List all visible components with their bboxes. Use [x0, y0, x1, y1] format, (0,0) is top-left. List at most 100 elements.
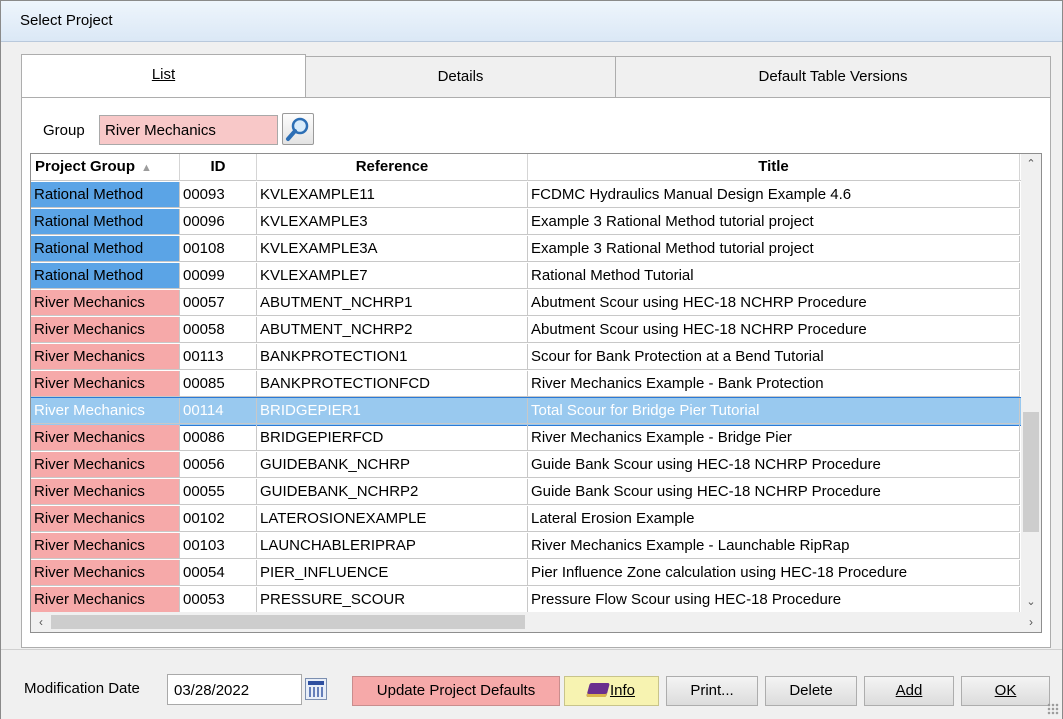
vertical-scroll-thumb[interactable]	[1023, 412, 1039, 532]
cell-reference: KVLEXAMPLE7	[257, 263, 528, 289]
tab-default-table-versions-label: Default Table Versions	[758, 68, 908, 85]
cell-id: 00053	[180, 587, 257, 613]
cell-project-group: River Mechanics	[31, 290, 180, 316]
add-button[interactable]: Add	[864, 676, 954, 706]
tab-list[interactable]: List	[21, 54, 306, 98]
cell-reference: ABUTMENT_NCHRP1	[257, 290, 528, 316]
modification-date-label: Modification Date	[24, 680, 140, 697]
scroll-left-icon[interactable]: ‹	[31, 612, 51, 632]
calendar-icon[interactable]	[305, 678, 327, 700]
modification-date-field[interactable]: 03/28/2022	[167, 674, 302, 705]
table-row[interactable]: River Mechanics 00056 GUIDEBANK_NCHRP Guide…	[31, 452, 1021, 479]
table-row[interactable]: River Mechanics 00102 LATEROSIONEXAMPLE Lat…	[31, 506, 1021, 533]
info-button[interactable]: Info	[564, 676, 659, 706]
cell-id: 00103	[180, 533, 257, 559]
table-row[interactable]: River Mechanics 00113 BANKPROTECTION1 Scour…	[31, 344, 1021, 371]
cell-title: Guide Bank Scour using HEC-18 NCHRP Proc…	[528, 479, 1020, 505]
group-field[interactable]: River Mechanics	[99, 115, 278, 145]
update-project-defaults-button[interactable]: Update Project Defaults	[352, 676, 560, 706]
cell-title: River Mechanics Example - Bank Protectio…	[528, 371, 1020, 397]
tab-details[interactable]: Details	[306, 56, 616, 98]
cell-id: 00056	[180, 452, 257, 478]
cell-reference: ABUTMENT_NCHRP2	[257, 317, 528, 343]
table-row[interactable]: Rational Method 00099 KVLEXAMPLE7 Rational …	[31, 263, 1021, 290]
ok-button[interactable]: OK	[961, 676, 1050, 706]
table-row[interactable]: River Mechanics 00086 BRIDGEPIERFCD River M…	[31, 425, 1021, 452]
cell-title: Guide Bank Scour using HEC-18 NCHRP Proc…	[528, 452, 1020, 478]
print-button[interactable]: Print...	[666, 676, 758, 706]
scroll-down-icon[interactable]: ⌄	[1021, 592, 1041, 612]
cell-project-group: River Mechanics	[31, 506, 180, 532]
cell-title: Abutment Scour using HEC-18 NCHRP Proced…	[528, 290, 1020, 316]
select-project-dialog: Select Project List Details Default Tabl…	[0, 0, 1063, 719]
cell-project-group: River Mechanics	[31, 479, 180, 505]
group-search-button[interactable]	[282, 113, 314, 145]
ok-button-label: OK	[994, 682, 1017, 699]
table-row[interactable]: Rational Method 00096 KVLEXAMPLE3 Example 3…	[31, 209, 1021, 236]
cell-reference: KVLEXAMPLE3A	[257, 236, 528, 262]
vertical-scrollbar[interactable]: ⌃ ⌄	[1021, 154, 1041, 612]
cell-id: 00086	[180, 425, 257, 451]
cell-title: Lateral Erosion Example	[528, 506, 1020, 532]
delete-button-label: Delete	[789, 682, 833, 699]
delete-button[interactable]: Delete	[765, 676, 857, 706]
cell-id: 00114	[180, 398, 257, 424]
cell-id: 00096	[180, 209, 257, 235]
cell-id: 00113	[180, 344, 257, 370]
cell-reference: BANKPROTECTION1	[257, 344, 528, 370]
cell-project-group: River Mechanics	[31, 317, 180, 343]
cell-reference: LATEROSIONEXAMPLE	[257, 506, 528, 532]
cell-id: 00058	[180, 317, 257, 343]
column-header-title[interactable]: Title	[528, 154, 1020, 181]
cell-reference: KVLEXAMPLE3	[257, 209, 528, 235]
cell-reference: BRIDGEPIER1	[257, 398, 528, 424]
horizontal-scroll-thumb[interactable]	[51, 615, 525, 629]
cell-project-group: River Mechanics	[31, 344, 180, 370]
cell-title: Scour for Bank Protection at a Bend Tuto…	[528, 344, 1020, 370]
table-row[interactable]: River Mechanics 00054 PIER_INFLUENCE Pier I…	[31, 560, 1021, 587]
cell-title: Example 3 Rational Method tutorial proje…	[528, 236, 1020, 262]
horizontal-scrollbar[interactable]: ‹ ›	[31, 612, 1041, 632]
table-row[interactable]: Rational Method 00108 KVLEXAMPLE3A Example …	[31, 236, 1021, 263]
column-header-id[interactable]: ID	[180, 154, 257, 181]
cell-id: 00055	[180, 479, 257, 505]
cell-project-group: River Mechanics	[31, 533, 180, 559]
cell-id: 00057	[180, 290, 257, 316]
cell-reference: GUIDEBANK_NCHRP	[257, 452, 528, 478]
column-header-project-group[interactable]: Project Group ▲	[31, 154, 180, 181]
tab-default-table-versions[interactable]: Default Table Versions	[616, 56, 1051, 98]
scroll-up-icon[interactable]: ⌃	[1021, 154, 1041, 174]
cell-project-group: Rational Method	[31, 236, 180, 262]
cell-project-group: River Mechanics	[31, 587, 180, 613]
table-row[interactable]: River Mechanics 00058 ABUTMENT_NCHRP2 Abutm…	[31, 317, 1021, 344]
cell-reference: PRESSURE_SCOUR	[257, 587, 528, 613]
table-row[interactable]: River Mechanics 00103 LAUNCHABLERIPRAP Rive…	[31, 533, 1021, 560]
table-row[interactable]: River Mechanics 00085 BANKPROTECTIONFCD Riv…	[31, 371, 1021, 398]
cell-reference: BRIDGEPIERFCD	[257, 425, 528, 451]
table-row[interactable]: River Mechanics 00114 BRIDGEPIER1 Total Sco…	[31, 397, 1022, 426]
resize-grip-icon[interactable]	[1047, 703, 1059, 715]
table-row[interactable]: Rational Method 00093 KVLEXAMPLE11 FCDMC Hy…	[31, 182, 1021, 209]
tab-strip: List Details Default Table Versions	[21, 54, 1051, 98]
tab-list-label: List	[151, 66, 176, 83]
cell-id: 00108	[180, 236, 257, 262]
sort-ascending-icon: ▲	[141, 162, 152, 174]
column-header-reference[interactable]: Reference	[257, 154, 528, 181]
info-button-label: Info	[609, 682, 636, 699]
add-button-label: Add	[895, 682, 923, 699]
cell-id: 00099	[180, 263, 257, 289]
print-button-label: Print...	[690, 682, 734, 699]
cell-title: Abutment Scour using HEC-18 NCHRP Proced…	[528, 317, 1020, 343]
scroll-right-icon[interactable]: ›	[1021, 612, 1041, 632]
cell-project-group: River Mechanics	[31, 452, 180, 478]
cell-project-group: River Mechanics	[31, 398, 180, 424]
table-row[interactable]: River Mechanics 00057 ABUTMENT_NCHRP1 Abutm…	[31, 290, 1021, 317]
cell-project-group: Rational Method	[31, 209, 180, 235]
window-title: Select Project	[20, 12, 113, 29]
tab-details-label: Details	[437, 68, 484, 85]
table-row[interactable]: River Mechanics 00053 PRESSURE_SCOUR Pressu…	[31, 587, 1021, 614]
cell-project-group: Rational Method	[31, 263, 180, 289]
group-label: Group	[43, 122, 85, 139]
table-row[interactable]: River Mechanics 00055 GUIDEBANK_NCHRP2 Guid…	[31, 479, 1021, 506]
projects-grid: Project Group ▲ ID Reference Title Ration…	[30, 153, 1042, 633]
